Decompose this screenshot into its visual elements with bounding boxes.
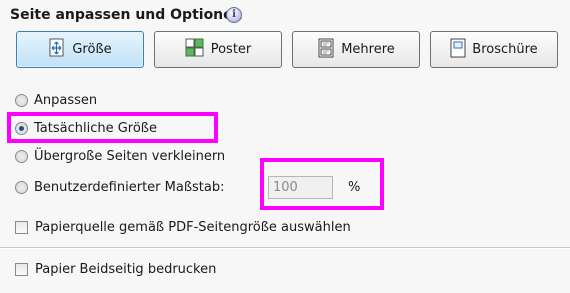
actual-size-label: Tatsächliche Größe: [34, 121, 157, 136]
booklet-icon: [450, 38, 466, 62]
divider-highlight: [0, 248, 570, 249]
scale-unit-label: %: [348, 180, 361, 195]
paper-source-checkbox[interactable]: [15, 221, 28, 234]
size-button-label: Größe: [72, 42, 112, 57]
size-button[interactable]: Größe: [16, 31, 144, 68]
custom-scale-option[interactable]: Benutzerdefinierter Maßstab:: [15, 180, 224, 195]
fit-radio[interactable]: [15, 94, 28, 107]
shrink-oversized-label: Übergroße Seiten verkleinern: [34, 149, 226, 164]
multiple-pages-icon: [317, 38, 335, 62]
duplex-checkbox[interactable]: [15, 263, 28, 276]
custom-scale-radio[interactable]: [15, 181, 28, 194]
custom-scale-input[interactable]: 100: [268, 176, 333, 199]
shrink-oversized-radio[interactable]: [15, 150, 28, 163]
paper-source-label: Papierquelle gemäß PDF-Seitengröße auswä…: [35, 220, 351, 235]
shrink-oversized-option[interactable]: Übergroße Seiten verkleinern: [15, 149, 225, 164]
poster-button-label: Poster: [210, 42, 252, 57]
duplex-option[interactable]: Papier Beidseitig bedrucken: [15, 262, 216, 277]
actual-size-option[interactable]: Tatsächliche Größe: [15, 121, 157, 136]
size-icon: [48, 38, 66, 62]
multiple-button-label: Mehrere: [341, 42, 395, 57]
fit-label: Anpassen: [34, 93, 98, 108]
multiple-button[interactable]: Mehrere: [292, 31, 420, 68]
actual-size-radio[interactable]: [15, 122, 28, 135]
booklet-button-label: Broschüre: [472, 42, 538, 57]
custom-scale-label: Benutzerdefinierter Maßstab:: [34, 180, 225, 195]
fit-option[interactable]: Anpassen: [15, 93, 97, 108]
poster-icon: [185, 38, 205, 62]
page-options-panel: Seite anpassen und Optionen i Größe Post…: [0, 0, 570, 293]
paper-source-option[interactable]: Papierquelle gemäß PDF-Seitengröße auswä…: [15, 220, 351, 235]
poster-button[interactable]: Poster: [154, 31, 282, 68]
info-icon[interactable]: i: [226, 7, 242, 23]
section-title: Seite anpassen und Optionen: [10, 7, 243, 23]
booklet-button[interactable]: Broschüre: [430, 31, 558, 68]
duplex-label: Papier Beidseitig bedrucken: [35, 262, 217, 277]
